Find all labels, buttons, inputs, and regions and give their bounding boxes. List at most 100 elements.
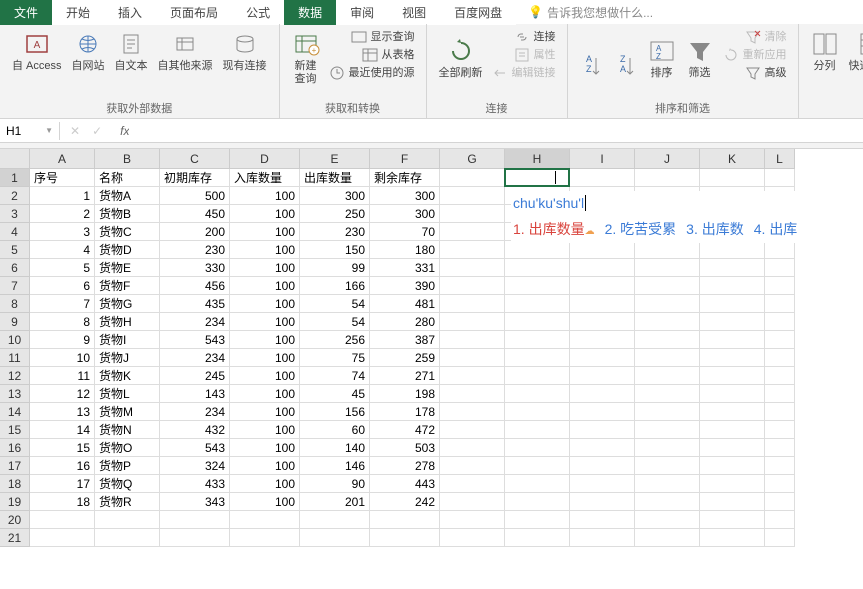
cell[interactable] xyxy=(440,421,505,439)
cell[interactable]: 货物H xyxy=(95,313,160,331)
cell[interactable]: 390 xyxy=(370,277,440,295)
cell[interactable] xyxy=(300,511,370,529)
cell[interactable]: 100 xyxy=(230,223,300,241)
cell[interactable]: 242 xyxy=(370,493,440,511)
cell[interactable]: 543 xyxy=(160,439,230,457)
cell[interactable]: 280 xyxy=(370,313,440,331)
cell[interactable]: 45 xyxy=(300,385,370,403)
cell[interactable]: 货物B xyxy=(95,205,160,223)
cell[interactable]: 201 xyxy=(300,493,370,511)
cell[interactable]: 100 xyxy=(230,277,300,295)
cell[interactable]: 99 xyxy=(300,259,370,277)
menu-tab-6[interactable]: 审阅 xyxy=(336,0,388,25)
connections-button[interactable]: 连接 xyxy=(489,28,559,46)
cell[interactable] xyxy=(700,403,765,421)
cell[interactable] xyxy=(700,241,765,259)
ime-candidate[interactable]: 3. 出库数 xyxy=(686,219,744,239)
cell[interactable]: 100 xyxy=(230,331,300,349)
cell[interactable] xyxy=(230,511,300,529)
sort-button[interactable]: AZ排序 xyxy=(644,28,680,82)
advanced-button[interactable]: 高级 xyxy=(720,64,790,82)
menu-tab-5[interactable]: 数据 xyxy=(284,0,336,25)
cell[interactable]: 100 xyxy=(230,295,300,313)
cell[interactable]: 100 xyxy=(230,457,300,475)
new-query-button[interactable]: +新建 查询 xyxy=(288,28,324,88)
clear-filter-button[interactable]: 清除 xyxy=(720,28,790,46)
menu-tab-1[interactable]: 开始 xyxy=(52,0,104,25)
row-header[interactable]: 1 xyxy=(0,169,30,187)
cell[interactable] xyxy=(570,349,635,367)
cell[interactable] xyxy=(700,385,765,403)
cell[interactable] xyxy=(635,421,700,439)
cell[interactable]: 324 xyxy=(160,457,230,475)
row-header[interactable]: 2 xyxy=(0,187,30,205)
row-header[interactable]: 9 xyxy=(0,313,30,331)
cell[interactable] xyxy=(700,457,765,475)
cell[interactable] xyxy=(440,277,505,295)
cell[interactable] xyxy=(440,331,505,349)
tell-me[interactable]: 💡 告诉我您想做什么... xyxy=(516,4,653,21)
cell[interactable] xyxy=(505,259,570,277)
cell[interactable] xyxy=(30,511,95,529)
row-header[interactable]: 4 xyxy=(0,223,30,241)
cell[interactable]: 6 xyxy=(30,277,95,295)
cell[interactable]: 货物D xyxy=(95,241,160,259)
from-access-button[interactable]: A自 Access xyxy=(8,28,66,75)
cell[interactable] xyxy=(570,403,635,421)
cell[interactable] xyxy=(95,511,160,529)
row-header[interactable]: 10 xyxy=(0,331,30,349)
cell[interactable]: 货物Q xyxy=(95,475,160,493)
cell[interactable]: 343 xyxy=(160,493,230,511)
col-header[interactable]: B xyxy=(95,149,160,169)
cell[interactable] xyxy=(765,385,795,403)
cell[interactable] xyxy=(765,421,795,439)
cell[interactable]: 100 xyxy=(230,475,300,493)
cell[interactable] xyxy=(765,367,795,385)
cell[interactable] xyxy=(700,277,765,295)
cell[interactable]: 17 xyxy=(30,475,95,493)
cell[interactable] xyxy=(570,529,635,547)
cell[interactable]: 货物M xyxy=(95,403,160,421)
cell[interactable] xyxy=(505,367,570,385)
from-table-button[interactable]: 从表格 xyxy=(326,46,418,64)
row-header[interactable]: 11 xyxy=(0,349,30,367)
cell[interactable] xyxy=(160,529,230,547)
cell[interactable]: 12 xyxy=(30,385,95,403)
row-header[interactable]: 7 xyxy=(0,277,30,295)
cell[interactable] xyxy=(505,313,570,331)
cell[interactable] xyxy=(700,529,765,547)
cell[interactable]: 15 xyxy=(30,439,95,457)
cell[interactable] xyxy=(635,349,700,367)
cell[interactable]: 331 xyxy=(370,259,440,277)
cell[interactable]: 13 xyxy=(30,403,95,421)
cell[interactable] xyxy=(700,169,765,187)
cell[interactable] xyxy=(635,295,700,313)
ime-popup[interactable]: chu'ku'shu'l 1. 出库数量☁2. 吃苦受累3. 出库数4. 出库 xyxy=(511,191,799,243)
cell[interactable] xyxy=(570,331,635,349)
cell[interactable]: 200 xyxy=(160,223,230,241)
cell[interactable]: 100 xyxy=(230,259,300,277)
cell[interactable]: 入库数量 xyxy=(230,169,300,187)
col-header[interactable]: D xyxy=(230,149,300,169)
cell[interactable] xyxy=(700,259,765,277)
cell[interactable] xyxy=(570,295,635,313)
cell[interactable]: 100 xyxy=(230,421,300,439)
cell[interactable] xyxy=(505,493,570,511)
cell[interactable]: 初期库存 xyxy=(160,169,230,187)
cell[interactable]: 180 xyxy=(370,241,440,259)
cell[interactable]: 100 xyxy=(230,367,300,385)
cell[interactable] xyxy=(570,277,635,295)
cell[interactable] xyxy=(570,367,635,385)
cell[interactable]: 16 xyxy=(30,457,95,475)
cell[interactable]: 5 xyxy=(30,259,95,277)
cell[interactable] xyxy=(300,529,370,547)
row-header[interactable]: 18 xyxy=(0,475,30,493)
cell[interactable] xyxy=(570,385,635,403)
col-header[interactable]: A xyxy=(30,149,95,169)
cell[interactable] xyxy=(765,493,795,511)
row-header[interactable]: 21 xyxy=(0,529,30,547)
cell[interactable] xyxy=(700,475,765,493)
cell[interactable] xyxy=(505,277,570,295)
cell[interactable]: 503 xyxy=(370,439,440,457)
cell[interactable] xyxy=(505,457,570,475)
